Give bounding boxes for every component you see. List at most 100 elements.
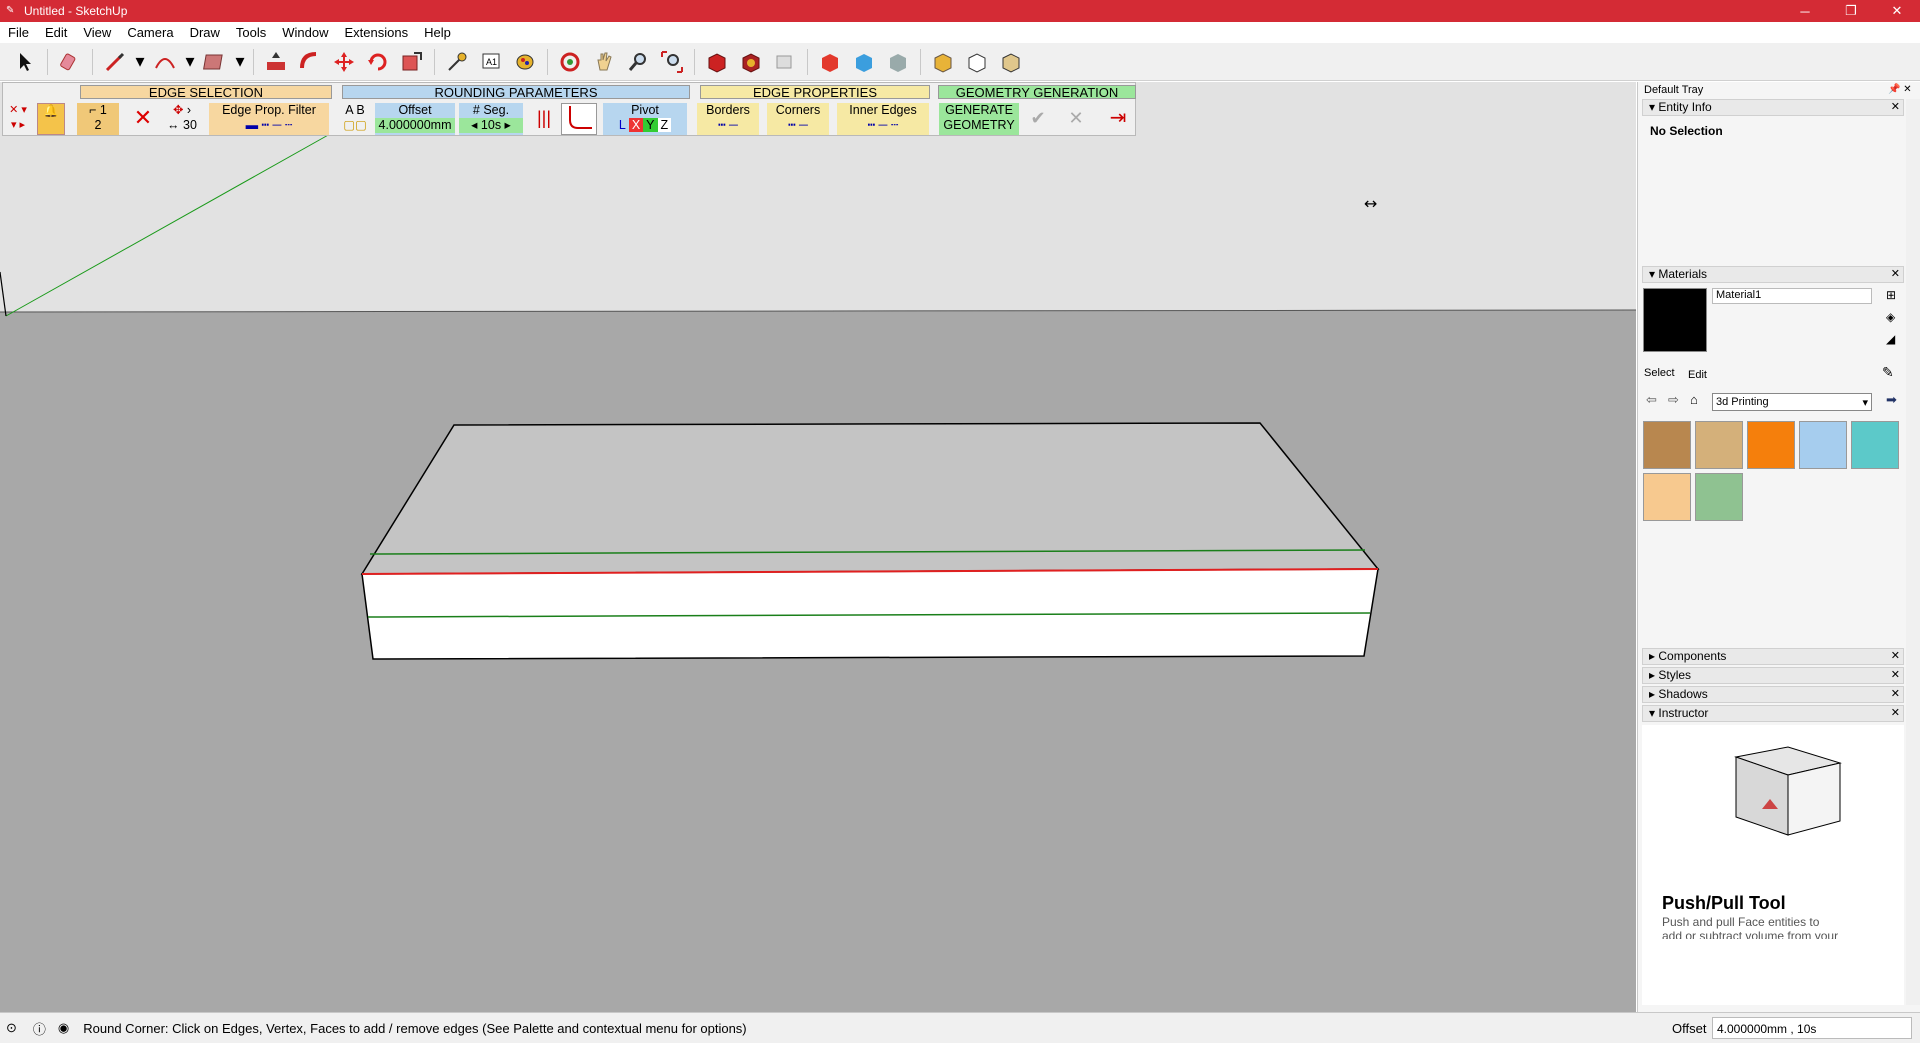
menu-draw[interactable]: Draw: [182, 22, 228, 43]
offset-field[interactable]: Offset 4.000000mm: [375, 103, 455, 135]
menu-window[interactable]: Window: [274, 22, 336, 43]
material-swatch[interactable]: [1643, 421, 1691, 469]
remove-edges-icon[interactable]: ✕: [131, 103, 155, 135]
section-icon[interactable]: [962, 47, 992, 77]
exit-tool-icon[interactable]: ⇥: [1103, 103, 1133, 135]
view-icon[interactable]: [996, 47, 1026, 77]
material-name-field[interactable]: Material1: [1712, 288, 1872, 304]
details-arrow-icon[interactable]: ➡: [1886, 392, 1897, 408]
sample-paint-icon[interactable]: ◈: [1886, 310, 1895, 324]
menu-file[interactable]: File: [0, 22, 37, 43]
menu-camera[interactable]: Camera: [119, 22, 181, 43]
components-header[interactable]: ▸ Components ✕: [1642, 648, 1904, 665]
pivot-l[interactable]: L: [619, 118, 626, 132]
pivot-x[interactable]: X: [628, 118, 644, 132]
geo-location-icon[interactable]: ⊙: [6, 1020, 17, 1036]
edge-count-toggle[interactable]: ⌐ 1 2: [77, 103, 119, 135]
material-swatch[interactable]: [1799, 421, 1847, 469]
angle-filter[interactable]: ✥ › ↔ 30: [161, 103, 203, 135]
scene-canvas[interactable]: ↔: [0, 82, 1636, 1012]
text-icon[interactable]: A1: [476, 47, 506, 77]
select-icon[interactable]: [10, 47, 40, 77]
menu-tools[interactable]: Tools: [228, 22, 274, 43]
pan-icon[interactable]: [589, 47, 619, 77]
rectangle-icon[interactable]: [200, 47, 230, 77]
solid-tools-icon[interactable]: [928, 47, 958, 77]
styles-header[interactable]: ▸ Styles ✕: [1642, 667, 1904, 684]
eraser-icon[interactable]: [55, 47, 85, 77]
dropdown-arrow-icon[interactable]: ▾: [134, 47, 146, 77]
menu-help[interactable]: Help: [416, 22, 459, 43]
main-toolbar: ▾ ▾ ▾ A1: [0, 43, 1920, 81]
dropdown-arrow-icon[interactable]: ▾: [184, 47, 196, 77]
inner-edges-button[interactable]: Inner Edges ┅ ─ ┄: [837, 103, 929, 135]
pin-icon[interactable]: 📌 ✕: [1888, 84, 1912, 95]
instructor-header[interactable]: ▾ Instructor ✕: [1642, 705, 1904, 722]
minimize-button[interactable]: ─: [1782, 0, 1828, 22]
zoom-icon[interactable]: [623, 47, 653, 77]
tab-select[interactable]: Select: [1644, 367, 1675, 379]
layout-icon[interactable]: [770, 47, 800, 77]
validate-icon[interactable]: ✔: [1023, 103, 1053, 135]
library-select[interactable]: 3d Printing ▾: [1712, 393, 1872, 411]
profile-bars-icon[interactable]: |||: [531, 103, 557, 135]
follow-me-icon[interactable]: [295, 47, 325, 77]
tray-scrollbar[interactable]: [1906, 99, 1920, 1005]
entity-info-header[interactable]: ▾ Entity Info ✕: [1642, 99, 1904, 116]
zoom-extents-icon[interactable]: [657, 47, 687, 77]
tape-measure-icon[interactable]: [442, 47, 472, 77]
menu-extensions[interactable]: Extensions: [337, 22, 417, 43]
dropdown-arrow-icon[interactable]: ▾: [234, 47, 246, 77]
pivot-selector[interactable]: Pivot L XYZ: [603, 103, 687, 135]
rotate-icon[interactable]: [363, 47, 393, 77]
measurements-field[interactable]: 4.000000mm , 10s: [1712, 1017, 1912, 1039]
edge-prop-filter-button[interactable]: Edge Prop. Filter ▬ ┅ ─ ┄: [209, 103, 329, 135]
pencil-icon[interactable]: [100, 47, 130, 77]
pivot-y[interactable]: Y: [643, 118, 658, 132]
paint-bucket-icon[interactable]: [510, 47, 540, 77]
default-material-icon[interactable]: ◢: [1886, 332, 1895, 346]
borders-button[interactable]: Borders ┅ ─: [697, 103, 759, 135]
corners-button[interactable]: Corners ┅ ─: [767, 103, 829, 135]
round-profile-icon[interactable]: [561, 103, 597, 135]
ab-toggle[interactable]: A B ▢▢: [339, 103, 371, 135]
sketchup-gray-icon[interactable]: [883, 47, 913, 77]
materials-header[interactable]: ▾ Materials ✕: [1642, 266, 1904, 283]
material-swatch[interactable]: [1747, 421, 1795, 469]
cancel-icon[interactable]: ✕: [1061, 103, 1091, 135]
orbit-icon[interactable]: [555, 47, 585, 77]
home-icon[interactable]: ⌂: [1690, 392, 1698, 407]
material-swatch[interactable]: [1643, 473, 1691, 521]
segments-field[interactable]: # Seg. ◂ 10s ▸: [459, 103, 523, 135]
user-icon[interactable]: ◉: [58, 1020, 69, 1036]
clear-selection-icon[interactable]: ✕ ▾ ▾ ▸: [5, 103, 31, 135]
sketchup-blue-icon[interactable]: [849, 47, 879, 77]
eyedropper-icon[interactable]: ✎: [1882, 364, 1894, 381]
sketchup-red-icon[interactable]: [815, 47, 845, 77]
forward-arrow-icon[interactable]: ⇨: [1668, 392, 1679, 408]
warehouse-icon[interactable]: [702, 47, 732, 77]
pivot-z[interactable]: Z: [657, 118, 672, 132]
material-swatch[interactable]: [1695, 473, 1743, 521]
menu-edit[interactable]: Edit: [37, 22, 75, 43]
menu-view[interactable]: View: [75, 22, 119, 43]
extension-warehouse-icon[interactable]: [736, 47, 766, 77]
tab-edit[interactable]: Edit: [1688, 369, 1707, 381]
material-swatch[interactable]: [1851, 421, 1899, 469]
material-swatch[interactable]: [1695, 421, 1743, 469]
info-icon[interactable]: ⓘ: [33, 1019, 46, 1038]
back-arrow-icon[interactable]: ⇦: [1646, 392, 1657, 408]
drawing-viewport[interactable]: ↔: [0, 82, 1636, 1012]
move-icon[interactable]: [329, 47, 359, 77]
generate-geometry-button[interactable]: GENERATE GEOMETRY: [939, 103, 1019, 135]
measurements-label: Offset: [1672, 1020, 1707, 1036]
create-material-icon[interactable]: ⊞: [1886, 288, 1896, 302]
instructor-tool-title: Push/Pull Tool: [1662, 893, 1786, 913]
close-button[interactable]: ✕: [1874, 0, 1920, 22]
arc-icon[interactable]: [150, 47, 180, 77]
push-pull-icon[interactable]: [261, 47, 291, 77]
bell-icon[interactable]: 🔔: [37, 103, 65, 135]
shadows-header[interactable]: ▸ Shadows ✕: [1642, 686, 1904, 703]
restore-button[interactable]: ❐: [1828, 0, 1874, 22]
scale-icon[interactable]: [397, 47, 427, 77]
